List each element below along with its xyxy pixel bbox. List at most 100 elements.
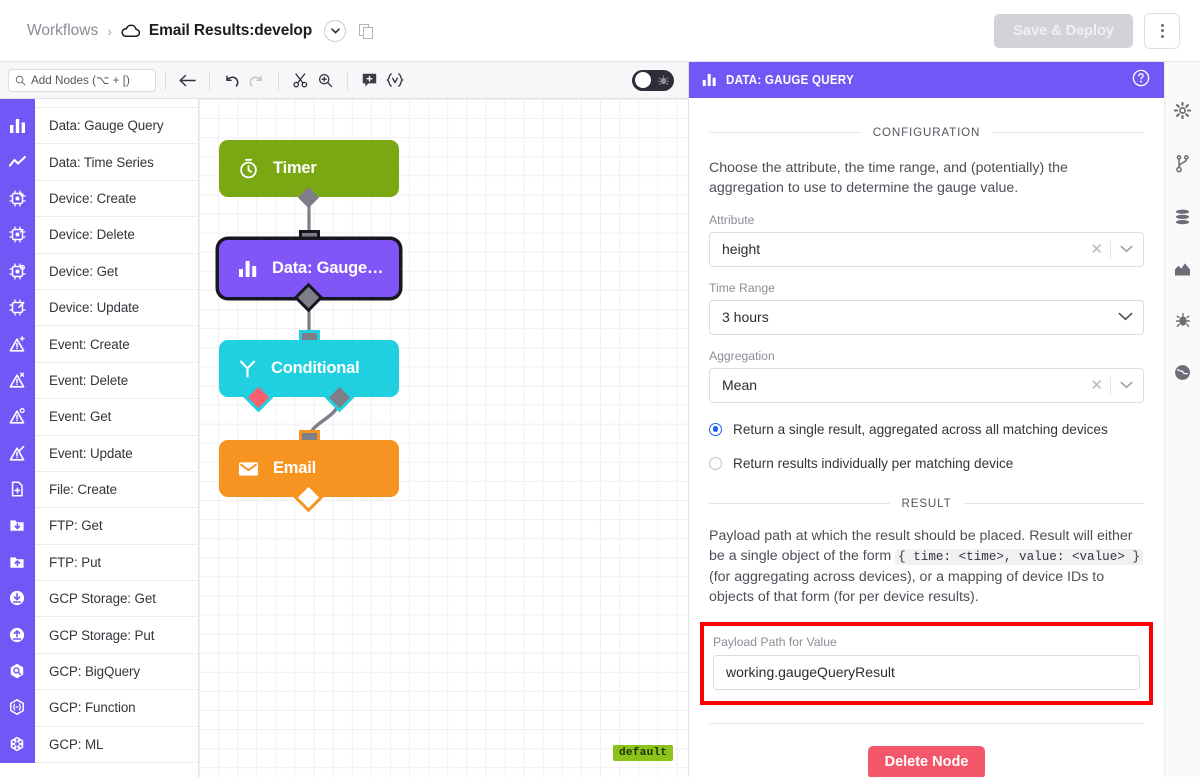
- breadcrumb-separator: ›: [107, 22, 112, 39]
- attribute-select[interactable]: height ✕: [709, 231, 1144, 267]
- timer-icon: [240, 158, 257, 179]
- node-palette-item-label: Device: Update: [49, 300, 140, 316]
- configuration-section-label: CONFIGURATION: [872, 126, 981, 139]
- node-palette-item[interactable]: GCP: BigQuery: [0, 653, 198, 691]
- undo-icon[interactable]: [219, 68, 244, 93]
- panel-title: Data: Gauge Query: [726, 73, 854, 87]
- debug-toggle[interactable]: [632, 69, 674, 91]
- node-palette-item[interactable]: GCP: ML: [0, 726, 198, 764]
- radio-button[interactable]: [709, 456, 722, 470]
- cloud-download-icon: [0, 580, 35, 617]
- bar-chart-icon: [0, 107, 35, 144]
- radio-label: Return a single result, aggregated acros…: [733, 421, 1108, 437]
- alert-plus-icon: [0, 325, 35, 363]
- handlebars-icon[interactable]: [382, 68, 407, 93]
- chevron-down-icon[interactable]: [1118, 308, 1133, 326]
- time-range-select[interactable]: 3 hours: [709, 299, 1144, 335]
- device-x-icon: [0, 216, 35, 254]
- node-palette-item-label: Device: Delete: [49, 227, 135, 243]
- node-palette-item-label: FTP: Put: [49, 554, 102, 570]
- zoom-in-icon[interactable]: [313, 68, 338, 93]
- node-palette-item-label: Data: Time Series: [49, 154, 154, 170]
- breadcrumb-workflows-link[interactable]: Workflows: [27, 22, 98, 40]
- help-circle-icon[interactable]: [1132, 69, 1150, 92]
- globe-icon[interactable]: [1174, 364, 1191, 386]
- bug-icon[interactable]: [1175, 312, 1191, 333]
- version-badge: default: [613, 745, 674, 761]
- close-icon[interactable]: ✕: [1083, 240, 1110, 258]
- folder-down-icon: [0, 507, 35, 545]
- node-palette-item[interactable]: GCP: Function: [0, 689, 198, 727]
- branch-icon: [239, 360, 256, 378]
- result-desc-part2: (for aggregating across devices), or a m…: [709, 568, 1105, 606]
- more-vertical-icon[interactable]: [1144, 12, 1180, 49]
- node-palette-item-label: Event: Create: [49, 336, 130, 352]
- close-icon[interactable]: ✕: [1083, 376, 1110, 394]
- canvas-toolbar: Add Nodes (⌥ + [): [0, 62, 688, 99]
- git-branch-icon[interactable]: [1175, 155, 1190, 178]
- canvas-node-conditional[interactable]: Conditional: [219, 340, 399, 397]
- radio-label: Return results individually per matching…: [733, 455, 1014, 471]
- area-chart-icon[interactable]: [1174, 261, 1191, 281]
- redo-icon[interactable]: [244, 68, 269, 93]
- radio-option-per-device[interactable]: Return results individually per matching…: [709, 456, 1144, 471]
- database-icon[interactable]: [1174, 209, 1191, 230]
- node-palette-item[interactable]: FTP: Put: [0, 544, 198, 582]
- node-palette[interactable]: Data: Gauge Query Data: Time Series Device…: [0, 99, 199, 777]
- bar-chart-icon: [702, 74, 716, 86]
- add-comment-icon[interactable]: [357, 68, 382, 93]
- node-palette-item[interactable]: Device: Update: [0, 289, 198, 327]
- node-palette-item-label: GCP: ML: [49, 736, 104, 752]
- node-palette-item-label: Data: Gauge Query: [49, 118, 164, 134]
- node-palette-item[interactable]: GCP Storage: Put: [0, 616, 198, 654]
- aggregation-select[interactable]: Mean ✕: [709, 367, 1144, 403]
- cloud-upload-icon: [0, 616, 35, 654]
- aggregation-value: Mean: [722, 377, 758, 394]
- time-range-field: Time Range 3 hours: [709, 281, 1144, 335]
- chevron-down-icon[interactable]: [1111, 240, 1133, 258]
- node-palette-item[interactable]: Event: Update: [0, 435, 198, 472]
- node-palette-item-label: File: Create: [49, 482, 118, 498]
- node-palette-item-label: Device: Get: [49, 263, 118, 279]
- hex-function-icon: [0, 689, 35, 727]
- payload-path-input[interactable]: working.gaugeQueryResult: [713, 654, 1140, 690]
- bug-icon: [658, 75, 669, 85]
- node-palette-item[interactable]: Event: Create: [0, 325, 198, 363]
- chevron-down-icon[interactable]: [1111, 376, 1133, 394]
- node-palette-rows: Data: Gauge Query Data: Time Series Device…: [0, 107, 198, 764]
- top-bar: Workflows › Email Results:develop Save &…: [0, 0, 1200, 62]
- search-input[interactable]: Add Nodes (⌥ + [): [8, 68, 156, 92]
- envelope-icon: [239, 461, 258, 476]
- workflow-name: Email Results:develop: [148, 21, 313, 39]
- save-deploy-button[interactable]: Save & Deploy: [994, 13, 1133, 48]
- scissors-icon[interactable]: [288, 68, 313, 93]
- copy-icon[interactable]: [359, 23, 374, 39]
- chevron-down-icon: [330, 27, 340, 34]
- node-palette-item[interactable]: FTP: Get: [0, 507, 198, 545]
- folder-up-icon: [0, 544, 35, 581]
- right-icon-rail: [1164, 62, 1200, 777]
- node-palette-item[interactable]: Event: Delete: [0, 362, 198, 400]
- attribute-label: Attribute: [709, 212, 755, 227]
- radio-button[interactable]: [709, 422, 722, 436]
- node-palette-item[interactable]: Event: Get: [0, 398, 198, 436]
- node-palette-item[interactable]: GCP Storage: Get: [0, 580, 198, 618]
- node-palette-item-label: Device: Create: [49, 190, 137, 206]
- node-palette-item[interactable]: Device: Get: [0, 253, 198, 290]
- node-palette-item[interactable]: Device: Create: [0, 180, 198, 218]
- workflow-editor: Workflows › Email Results:develop Save &…: [0, 0, 1200, 777]
- gear-icon[interactable]: [1173, 101, 1192, 124]
- node-palette-item-label: GCP Storage: Get: [49, 591, 156, 607]
- node-palette-item[interactable]: Device: Delete: [0, 216, 198, 254]
- delete-node-button[interactable]: Delete Node: [867, 745, 986, 777]
- workflow-canvas[interactable]: Timer Data: Gauge… Conditional Email def…: [199, 99, 688, 777]
- arrow-left-icon[interactable]: [175, 68, 200, 93]
- node-palette-item-label: Event: Update: [49, 445, 133, 461]
- workflow-dropdown-button[interactable]: [324, 19, 347, 42]
- alert-get-icon: [0, 398, 35, 436]
- node-palette-item[interactable]: Data: Time Series: [0, 143, 198, 181]
- radio-option-aggregate[interactable]: Return a single result, aggregated acros…: [709, 422, 1144, 437]
- node-palette-item[interactable]: File: Create: [0, 471, 198, 509]
- toggle-knob: [635, 72, 651, 88]
- node-palette-item[interactable]: Data: Gauge Query: [0, 107, 198, 145]
